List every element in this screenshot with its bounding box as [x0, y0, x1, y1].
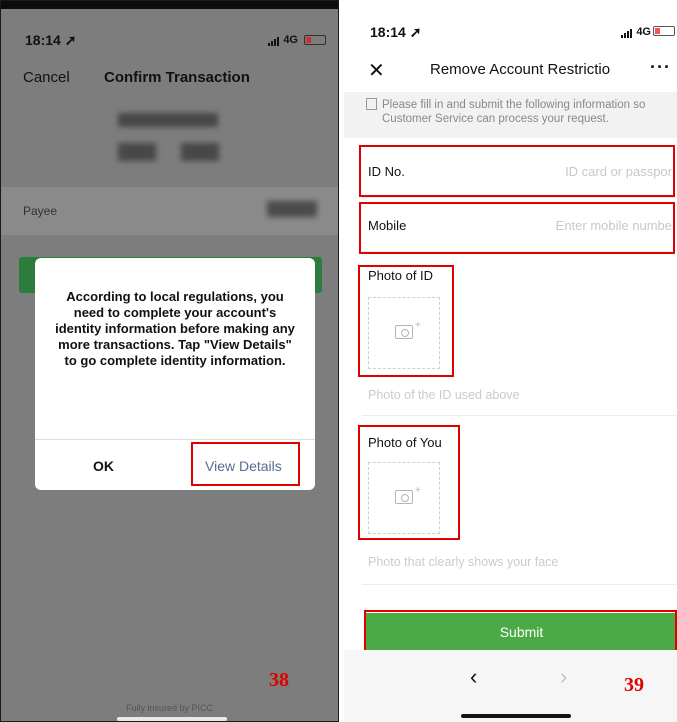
- blurred-payee-name: [267, 201, 317, 217]
- left-phone-screen: 18:14 ➚ 4G Cancel Confirm Transaction Pa…: [0, 0, 339, 722]
- network-type: 4G: [636, 26, 651, 38]
- forward-arrow-icon[interactable]: ›: [560, 664, 567, 690]
- back-arrow-icon[interactable]: ‹: [470, 664, 477, 690]
- close-icon[interactable]: ✕: [368, 58, 385, 83]
- highlight-box: [191, 442, 300, 486]
- blurred-amount: [181, 143, 219, 161]
- status-bar: 18:14 ➚ 4G: [344, 24, 677, 54]
- home-indicator: [117, 717, 227, 721]
- page-title: Confirm Transaction: [104, 69, 250, 86]
- dialog-divider: [35, 439, 315, 440]
- signal-icon: [268, 34, 280, 46]
- network-indicator: 4G: [621, 26, 651, 38]
- payee-label: Payee: [23, 204, 58, 218]
- battery-icon: [653, 26, 675, 36]
- document-icon: [366, 98, 377, 110]
- figure-number: 39: [624, 674, 644, 696]
- figure-number: 38: [269, 669, 289, 691]
- top-band: [1, 1, 338, 9]
- nav-bar: ✕ Remove Account Restrictio ···: [344, 56, 677, 86]
- more-icon[interactable]: ···: [650, 57, 671, 78]
- dialog-message: According to local regulations, you need…: [55, 289, 295, 368]
- signal-icon: [621, 26, 633, 38]
- photo-id-hint: Photo of the ID used above: [368, 388, 520, 402]
- cancel-button[interactable]: Cancel: [23, 69, 70, 86]
- network-type: 4G: [283, 34, 298, 46]
- highlight-box: [359, 145, 675, 197]
- battery-icon: [304, 35, 326, 45]
- status-bar: 18:14 ➚ 4G: [1, 25, 338, 55]
- highlight-box: [358, 265, 454, 377]
- blurred-amount: [118, 143, 156, 161]
- network-indicator: 4G: [268, 34, 298, 46]
- divider: [362, 415, 677, 416]
- notice-banner: Please fill in and submit the following …: [344, 92, 677, 138]
- nav-bar: Cancel Confirm Transaction: [1, 65, 338, 89]
- insurance-footer: Fully insured by PICC: [125, 703, 214, 713]
- status-time: 18:14 ➚: [370, 24, 422, 40]
- status-time: 18:14 ➚: [25, 32, 77, 48]
- highlight-box: [359, 202, 675, 254]
- home-indicator: [461, 714, 571, 718]
- ok-button[interactable]: OK: [93, 458, 114, 474]
- highlight-box: [358, 425, 460, 540]
- page-title: Remove Account Restrictio: [430, 61, 611, 78]
- photo-you-hint: Photo that clearly shows your face: [368, 555, 559, 569]
- notice-text: Please fill in and submit the following …: [382, 99, 646, 125]
- highlight-box: [364, 610, 677, 654]
- right-phone-screen: 18:14 ➚ 4G ✕ Remove Account Restrictio ·…: [344, 0, 677, 722]
- blurred-amount: [118, 113, 218, 127]
- divider: [362, 584, 677, 585]
